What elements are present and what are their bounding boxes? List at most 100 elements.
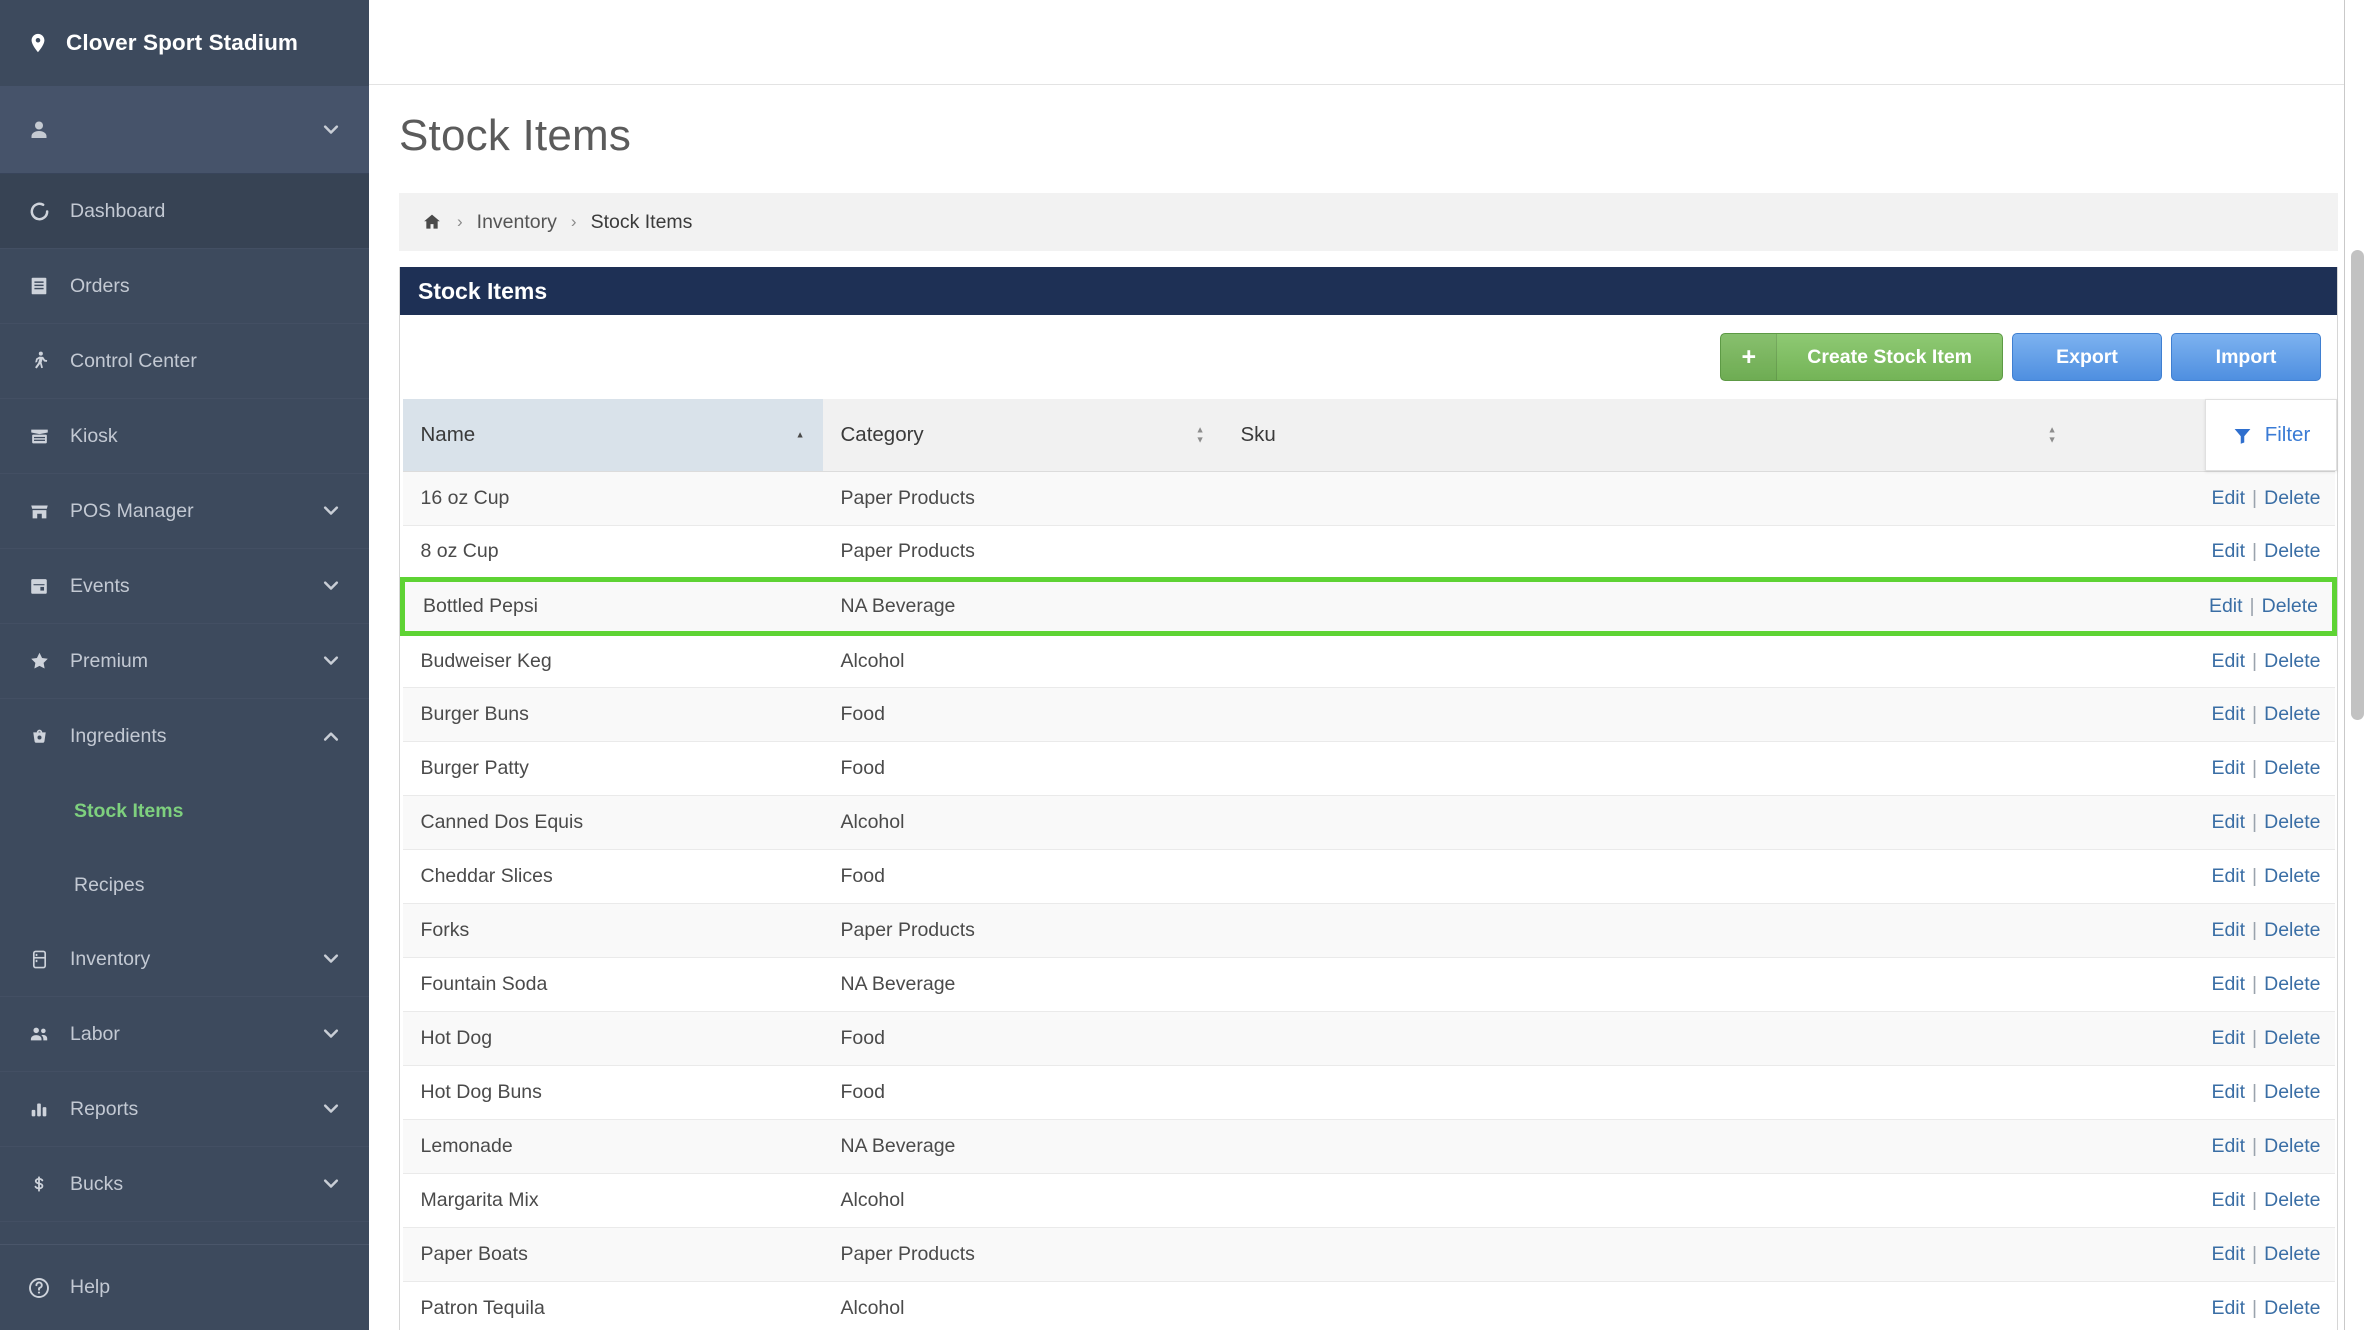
brand-header[interactable]: Clover Sport Stadium — [0, 0, 369, 86]
edit-link[interactable]: Edit — [2211, 811, 2245, 833]
table-row[interactable]: Hot Dog Food Edit | Delete — [402, 1011, 2335, 1066]
cell-sku — [1222, 1011, 2075, 1066]
sidebar-item-kiosk[interactable]: Kiosk — [0, 399, 369, 474]
cell-name: Bottled Pepsi — [400, 576, 823, 636]
edit-link[interactable]: Edit — [2211, 540, 2245, 562]
table-row[interactable]: Burger Buns Food Edit | Delete — [402, 687, 2335, 742]
cell-category: Food — [822, 1011, 1223, 1066]
import-button[interactable]: Import — [2171, 333, 2321, 381]
edit-link[interactable]: Edit — [2211, 973, 2245, 995]
sidebar-item-label: Ingredients — [70, 725, 167, 747]
table-row[interactable]: Fountain Soda NA Beverage Edit | Delete — [402, 957, 2335, 1012]
cell-name: Burger Buns — [402, 687, 823, 742]
edit-link[interactable]: Edit — [2211, 1297, 2245, 1319]
create-stock-item-button[interactable]: + Create Stock Item — [1720, 333, 2003, 381]
table-row[interactable]: Canned Dos Equis Alcohol Edit | Delete — [402, 795, 2335, 850]
table-header-row: Name ▲ Category ▲ ▼ Sku ▲ ▼ — [402, 399, 2335, 472]
vertical-scrollbar-thumb[interactable] — [2351, 250, 2364, 720]
sidebar-subitem-recipes[interactable]: Recipes — [0, 848, 369, 922]
sidebar-item-events[interactable]: Events — [0, 549, 369, 624]
edit-link[interactable]: Edit — [2211, 1135, 2245, 1157]
cell-name: Margarita Mix — [402, 1173, 823, 1228]
table-row[interactable]: Paper Boats Paper Products Edit | Delete — [402, 1227, 2335, 1282]
edit-link[interactable]: Edit — [2211, 703, 2245, 725]
delete-link[interactable]: Delete — [2262, 595, 2318, 617]
cell-category: Food — [822, 741, 1223, 796]
column-header-name[interactable]: Name ▲ — [402, 399, 823, 472]
sidebar-item-control-center[interactable]: Control Center — [0, 324, 369, 399]
user-menu[interactable] — [0, 86, 369, 174]
action-separator: | — [2252, 1188, 2258, 1211]
sidebar-item-help[interactable]: Help — [0, 1244, 369, 1330]
delete-link[interactable]: Delete — [2264, 1081, 2320, 1103]
vertical-scrollbar-track[interactable] — [2344, 0, 2368, 1330]
table-row[interactable]: 8 oz Cup Paper Products Edit | Delete — [402, 525, 2335, 580]
table-row[interactable]: Hot Dog Buns Food Edit | Delete — [402, 1065, 2335, 1120]
table-row[interactable]: Bottled Pepsi NA Beverage Edit | Delete — [400, 576, 2337, 636]
column-label: Sku — [1240, 422, 1276, 446]
delete-link[interactable]: Delete — [2264, 757, 2320, 779]
cell-name: Burger Patty — [402, 741, 823, 796]
stock-items-panel: Stock Items + Create Stock Item Export I… — [399, 267, 2338, 1330]
edit-link[interactable]: Edit — [2211, 1027, 2245, 1049]
sidebar-item-label: POS Manager — [70, 499, 194, 522]
panel-toolbar: + Create Stock Item Export Import — [400, 315, 2337, 399]
table-row[interactable]: Forks Paper Products Edit | Delete — [402, 903, 2335, 958]
delete-link[interactable]: Delete — [2264, 1135, 2320, 1157]
cell-sku — [1222, 1227, 2075, 1282]
sidebar-item-ingredients[interactable]: Ingredients — [0, 699, 369, 774]
edit-link[interactable]: Edit — [2211, 1081, 2245, 1103]
edit-link[interactable]: Edit — [2211, 650, 2245, 672]
delete-link[interactable]: Delete — [2264, 1243, 2320, 1265]
delete-link[interactable]: Delete — [2264, 650, 2320, 672]
delete-link[interactable]: Delete — [2264, 1189, 2320, 1211]
edit-link[interactable]: Edit — [2211, 487, 2245, 509]
delete-link[interactable]: Delete — [2264, 487, 2320, 509]
table-row[interactable]: Budweiser Keg Alcohol Edit | Delete — [402, 633, 2335, 688]
sidebar-item-dashboard[interactable]: Dashboard — [0, 174, 369, 249]
sidebar-item-bucks[interactable]: Bucks — [0, 1147, 369, 1222]
edit-link[interactable]: Edit — [2211, 757, 2245, 779]
edit-link[interactable]: Edit — [2211, 865, 2245, 887]
delete-link[interactable]: Delete — [2264, 1297, 2320, 1319]
edit-link[interactable]: Edit — [2211, 1189, 2245, 1211]
edit-link[interactable]: Edit — [2211, 1243, 2245, 1265]
breadcrumb-separator: › — [570, 212, 577, 231]
sidebar-item-labor[interactable]: Labor — [0, 997, 369, 1072]
breadcrumb-link-inventory[interactable]: Inventory — [477, 211, 557, 234]
table-row[interactable]: 16 oz Cup Paper Products Edit | Delete — [402, 471, 2335, 526]
edit-link[interactable]: Edit — [2211, 919, 2245, 941]
funnel-icon — [2232, 425, 2253, 446]
delete-link[interactable]: Delete — [2264, 1027, 2320, 1049]
delete-link[interactable]: Delete — [2264, 540, 2320, 562]
sidebar-subitem-stock-items[interactable]: Stock Items — [0, 774, 369, 848]
column-header-sku[interactable]: Sku ▲ ▼ — [1222, 399, 2075, 472]
action-separator: | — [2249, 594, 2255, 617]
filter-button[interactable]: Filter — [2205, 399, 2337, 471]
delete-link[interactable]: Delete — [2264, 919, 2320, 941]
sidebar-item-pos-manager[interactable]: POS Manager — [0, 474, 369, 549]
action-separator: | — [2252, 864, 2258, 887]
export-button[interactable]: Export — [2012, 333, 2162, 381]
table-row[interactable]: Cheddar Slices Food Edit | Delete — [402, 849, 2335, 904]
table-row[interactable]: Margarita Mix Alcohol Edit | Delete — [402, 1173, 2335, 1228]
sidebar-item-inventory[interactable]: Inventory — [0, 922, 369, 997]
delete-link[interactable]: Delete — [2264, 811, 2320, 833]
sidebar-item-reports[interactable]: Reports — [0, 1072, 369, 1147]
cell-name: Hot Dog — [402, 1011, 823, 1066]
sidebar-item-orders[interactable]: Orders — [0, 249, 369, 324]
sidebar-item-premium[interactable]: Premium — [0, 624, 369, 699]
delete-link[interactable]: Delete — [2264, 973, 2320, 995]
cell-actions: Edit | Delete — [2074, 849, 2335, 904]
column-header-category[interactable]: Category ▲ ▼ — [822, 399, 1223, 472]
home-icon[interactable] — [421, 212, 443, 232]
table-row[interactable]: Patron Tequila Alcohol Edit | Delete — [402, 1281, 2335, 1330]
edit-link[interactable]: Edit — [2209, 595, 2243, 617]
delete-link[interactable]: Delete — [2264, 865, 2320, 887]
table-row[interactable]: Burger Patty Food Edit | Delete — [402, 741, 2335, 796]
cell-sku — [1222, 1173, 2075, 1228]
cell-sku — [1222, 576, 2075, 636]
table-row[interactable]: Lemonade NA Beverage Edit | Delete — [402, 1119, 2335, 1174]
column-label: Name — [420, 422, 476, 446]
delete-link[interactable]: Delete — [2264, 703, 2320, 725]
